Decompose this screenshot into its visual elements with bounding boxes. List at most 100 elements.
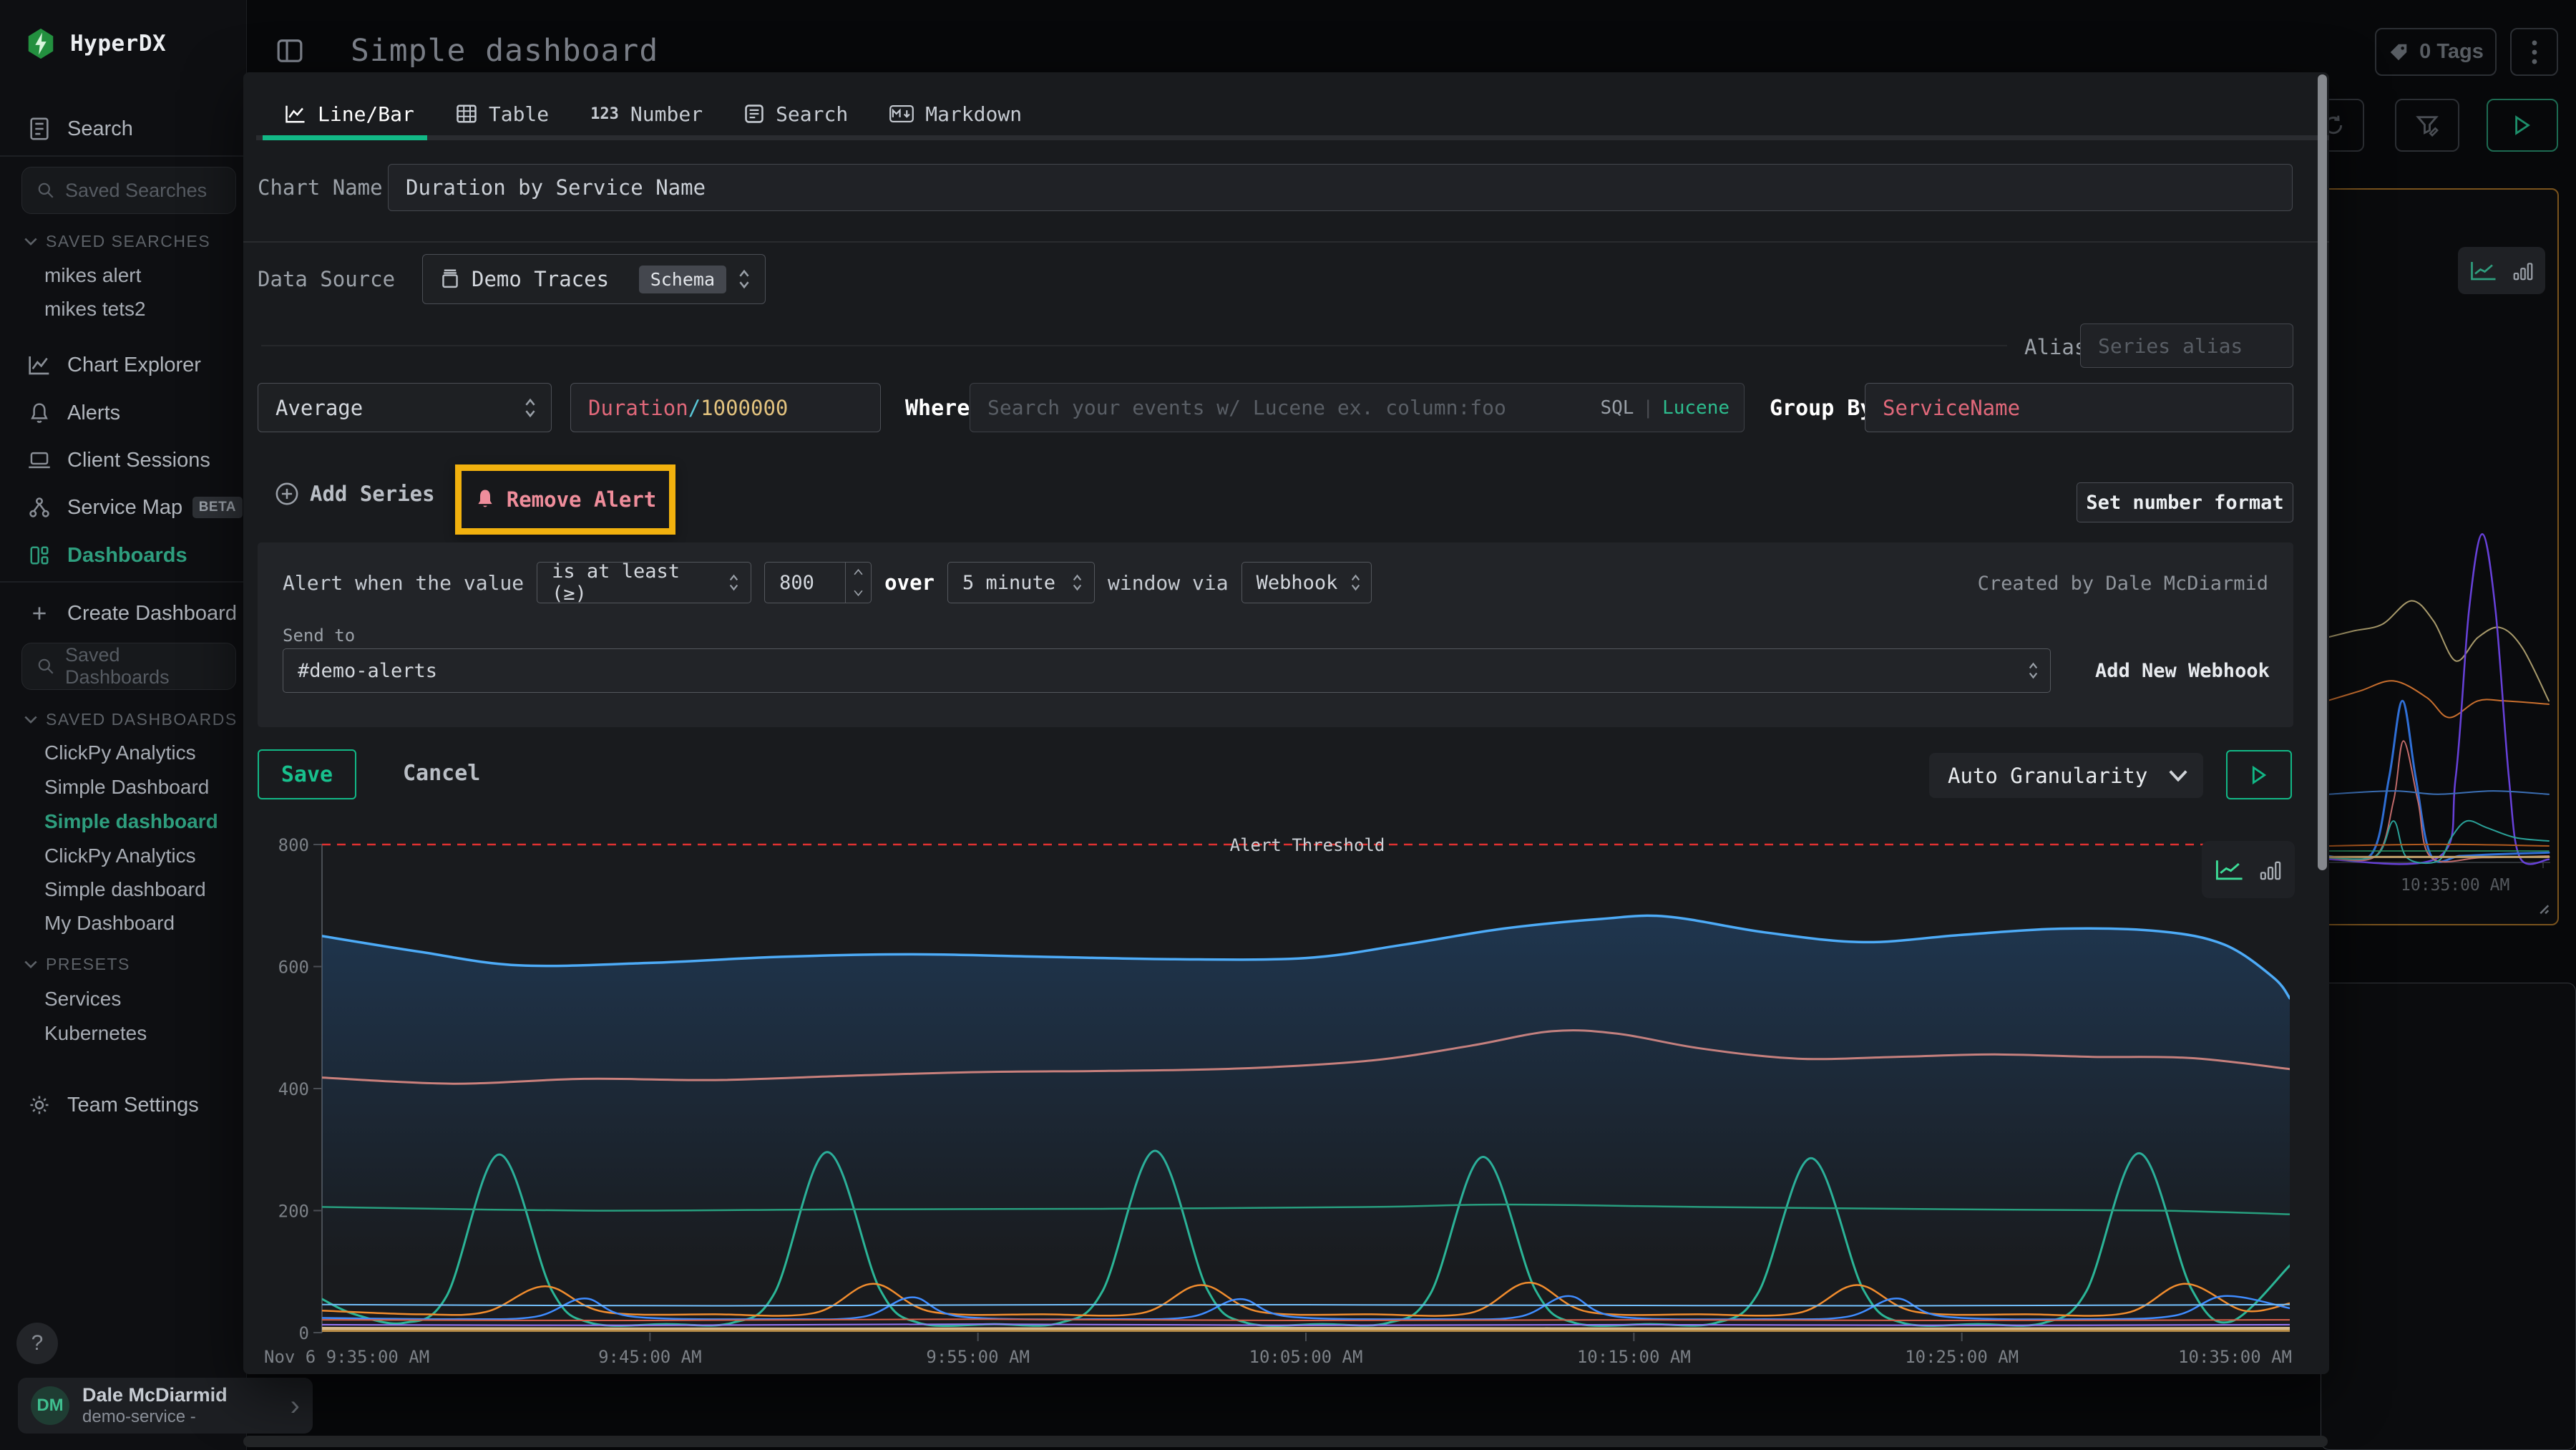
saved-searches-input[interactable]: Saved Searches <box>21 167 236 214</box>
saved-dashboards-input[interactable]: Saved Dashboards <box>21 643 236 690</box>
granularity-select[interactable]: Auto Granularity <box>1929 753 2203 798</box>
saved-dashboard-item[interactable]: My Dashboard <box>44 912 175 935</box>
alert-config-panel: Alert when the value is at least (≥) 800… <box>258 542 2293 727</box>
save-button[interactable]: Save <box>258 749 356 799</box>
dashboard-play-button[interactable] <box>2487 99 2558 152</box>
divider <box>0 581 247 583</box>
tab-markdown[interactable]: Markdown <box>889 97 1022 131</box>
svg-text:9:55:00 AM: 9:55:00 AM <box>926 1347 1030 1367</box>
tab-number[interactable]: 123 Number <box>590 97 703 131</box>
sidebar-item-service-map[interactable]: Service Map BETA <box>0 487 247 527</box>
chart-name-input[interactable] <box>388 164 2293 211</box>
tab-table[interactable]: Table <box>456 97 549 131</box>
run-query-button[interactable] <box>2226 750 2292 799</box>
play-icon <box>2250 765 2268 785</box>
alert-window-select[interactable]: 5 minute <box>947 562 1095 603</box>
saved-searches-header[interactable]: SAVED SEARCHES <box>24 232 210 251</box>
remove-alert-button-highlighted[interactable]: Remove Alert <box>455 464 675 535</box>
webhook-select[interactable]: #demo-alerts <box>283 648 2051 693</box>
group-by-input[interactable]: ServiceName <box>1865 383 2293 432</box>
where-label: Where <box>905 396 970 421</box>
bell-icon <box>474 488 496 511</box>
chevron-updown-icon <box>2028 662 2039 679</box>
help-label: ? <box>31 1331 44 1356</box>
help-button[interactable]: ? <box>16 1323 58 1364</box>
svg-text:600: 600 <box>278 958 309 978</box>
divider <box>261 345 2007 346</box>
bar-chart-icon[interactable] <box>2259 858 2282 881</box>
tab-active-indicator <box>263 135 427 140</box>
preset-item[interactable]: Services <box>44 988 121 1011</box>
svg-text:200: 200 <box>278 1202 309 1222</box>
sidebar-collapse-button[interactable] <box>276 37 303 64</box>
create-dashboard-label: Create Dashboard <box>67 602 237 626</box>
resize-handle-icon[interactable] <box>2534 900 2550 915</box>
tab-track <box>256 135 2329 140</box>
create-dashboard-button[interactable]: Create Dashboard <box>0 595 247 631</box>
saved-search-item[interactable]: mikes tets2 <box>44 298 146 321</box>
set-number-format-button[interactable]: Set number format <box>2077 482 2293 522</box>
alert-threshold-input[interactable]: 800 <box>764 562 872 603</box>
add-series-button[interactable]: Add Series <box>275 482 435 506</box>
line-chart-icon[interactable] <box>2469 260 2498 281</box>
chart-type-toggle[interactable] <box>2202 841 2295 898</box>
tab-line-bar[interactable]: Line/Bar <box>285 97 414 131</box>
saved-dashboards-header[interactable]: SAVED DASHBOARDS <box>24 710 238 729</box>
beta-badge: BETA <box>192 497 243 518</box>
saved-search-item[interactable]: mikes alert <box>44 264 141 287</box>
sidebar-item-alerts[interactable]: Alerts <box>0 393 247 433</box>
search-events-input[interactable]: Search your events w/ Lucene ex. column:… <box>970 383 1745 432</box>
group-by-value: ServiceName <box>1883 396 2020 420</box>
aggregation-select[interactable]: Average <box>258 383 552 432</box>
dashboard-tile-highlighted[interactable] <box>2318 188 2559 925</box>
kebab-icon <box>2532 40 2537 64</box>
tags-button[interactable]: 0 Tags <box>2375 28 2497 76</box>
alert-condition-select[interactable]: is at least (≥) <box>537 562 751 603</box>
horizontal-scrollbar[interactable] <box>243 1436 2328 1447</box>
saved-dashboard-item[interactable]: ClickPy Analytics <box>44 741 196 764</box>
sidebar-item-team-settings[interactable]: Team Settings <box>0 1085 247 1125</box>
series-field-input[interactable]: Duration/1000000 <box>570 383 881 432</box>
sql-toggle[interactable]: SQL <box>1600 397 1634 419</box>
lucene-toggle[interactable]: Lucene <box>1662 397 1729 419</box>
chevron-down-icon <box>24 716 37 724</box>
divider <box>243 241 2329 243</box>
dashboard-tile[interactable] <box>2321 983 2576 1450</box>
divider <box>0 155 247 157</box>
bar-chart-icon[interactable] <box>2512 260 2534 281</box>
user-subtitle: demo-service - <box>82 1407 228 1427</box>
chart-name-label: Chart Name <box>258 175 383 200</box>
select-updown-icon <box>524 398 537 418</box>
chart-preview: 0200400600800Nov 6 9:35:00 AM9:45:00 AM9… <box>261 816 2293 1374</box>
window-via-label: window via <box>1108 571 1229 595</box>
number-stepper[interactable] <box>845 562 871 603</box>
tab-search[interactable]: Search <box>744 97 848 131</box>
panel-chart <box>2324 525 2555 868</box>
preset-item[interactable]: Kubernetes <box>44 1022 147 1045</box>
saved-dashboard-item[interactable]: Simple dashboard <box>44 878 206 901</box>
modal-scrollbar[interactable] <box>2318 74 2327 870</box>
sidebar-item-label: Client Sessions <box>67 449 210 472</box>
series-alias-input[interactable] <box>2080 323 2293 368</box>
filter-button[interactable] <box>2395 99 2459 152</box>
saved-dashboard-item[interactable]: Simple Dashboard <box>44 776 209 799</box>
svg-text:Nov 6 9:35:00 AM: Nov 6 9:35:00 AM <box>264 1347 429 1367</box>
sidebar-item-search[interactable]: Search <box>0 109 247 149</box>
user-card[interactable]: DM Dale McDiarmid demo-service - › <box>18 1378 313 1434</box>
sidebar-item-chart-explorer[interactable]: Chart Explorer <box>0 345 247 385</box>
line-chart-icon[interactable] <box>2215 858 2245 881</box>
presets-header[interactable]: PRESETS <box>24 955 130 974</box>
schema-badge: Schema <box>639 266 726 293</box>
data-source-select[interactable]: Demo Traces Schema <box>422 254 766 304</box>
data-source-value: Demo Traces <box>472 267 609 291</box>
saved-dashboard-item[interactable]: ClickPy Analytics <box>44 845 196 867</box>
kebab-menu-button[interactable] <box>2510 28 2558 76</box>
alert-channel-select[interactable]: Webhook <box>1241 562 1372 603</box>
cancel-button[interactable]: Cancel <box>403 761 480 786</box>
sidebar-item-client-sessions[interactable]: Client Sessions <box>0 440 247 480</box>
sidebar-item-label: Team Settings <box>67 1094 199 1117</box>
add-new-webhook-button[interactable]: Add New Webhook <box>2095 660 2270 682</box>
saved-dashboard-item-active[interactable]: Simple dashboard <box>44 810 218 833</box>
chart-type-toggle[interactable] <box>2458 247 2545 294</box>
sidebar-item-dashboards[interactable]: Dashboards <box>0 535 247 575</box>
